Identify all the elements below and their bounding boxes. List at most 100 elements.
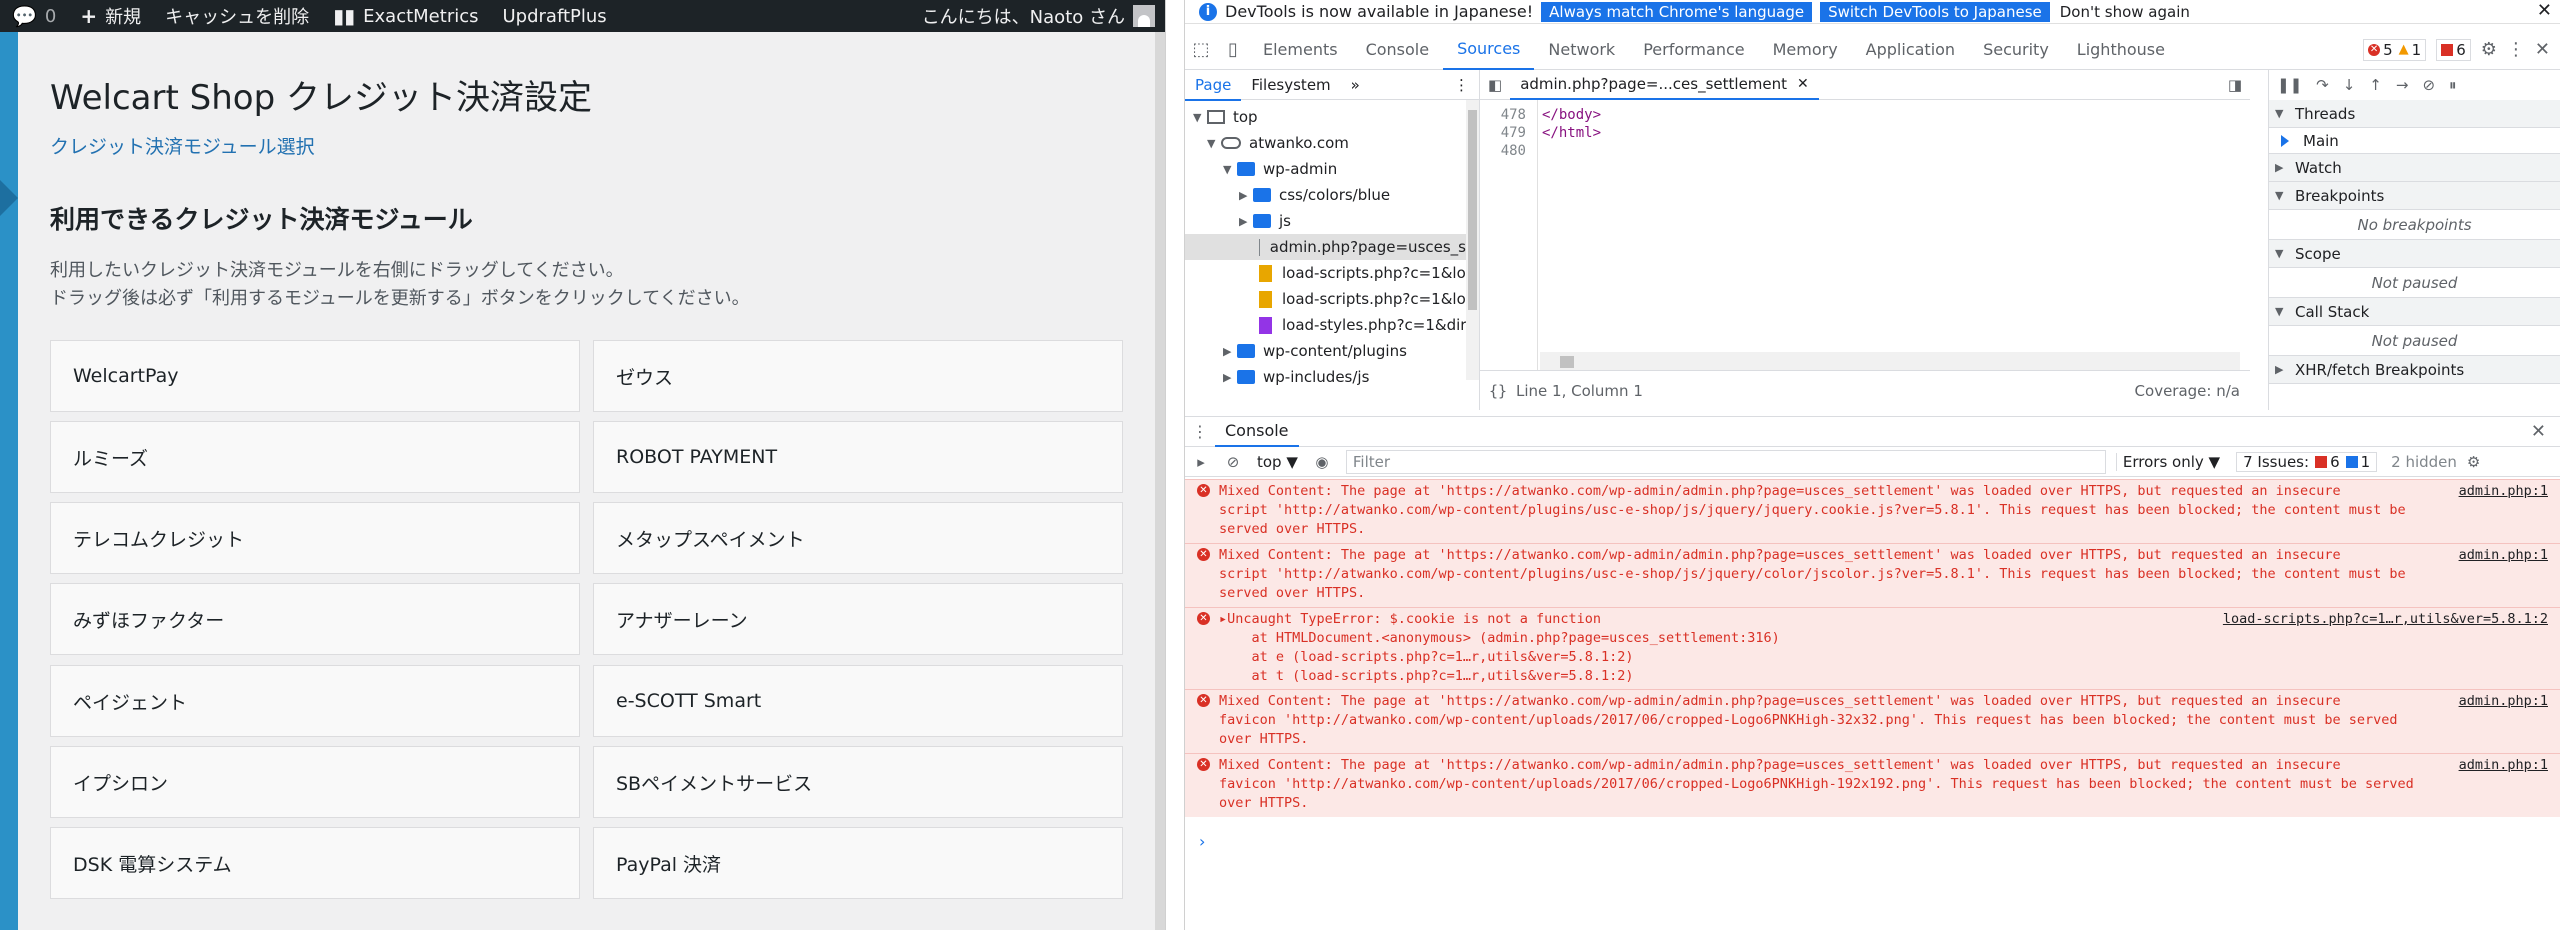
callstack-pane-header[interactable]: ▼ Call Stack bbox=[2269, 298, 2560, 326]
tab-network[interactable]: Network bbox=[1534, 30, 1629, 70]
console-settings-icon[interactable]: ⚙ bbox=[2467, 453, 2480, 471]
module-zeus[interactable]: ゼウス bbox=[593, 340, 1123, 412]
toggle-navigator-icon[interactable]: ◧ bbox=[1480, 76, 1510, 94]
editor-horizontal-scrollbar[interactable] bbox=[1540, 352, 2240, 370]
close-drawer-icon[interactable]: ✕ bbox=[2531, 421, 2560, 442]
adminbar-updraftplus[interactable]: UpdraftPlus bbox=[491, 0, 619, 32]
tree-item-folder[interactable]: ▶ wp-content/plugins bbox=[1223, 338, 1407, 364]
console-message[interactable]: ✕ Mixed Content: The page at 'https://at… bbox=[1185, 753, 2560, 817]
editor-file-tab[interactable]: admin.php?page=...ces_settlement ✕ bbox=[1510, 70, 1819, 100]
error-warning-counter[interactable]: ✕ 5 ▲ 1 bbox=[2363, 38, 2427, 61]
console-message[interactable]: ✕ Mixed Content: The page at 'https://at… bbox=[1185, 543, 2560, 607]
module-another-lane[interactable]: アナザーレーン bbox=[593, 583, 1123, 655]
message-source-link[interactable]: load-scripts.php?c=1…r,utils&ver=5.8.1:2 bbox=[2223, 610, 2548, 629]
dont-show-again-button[interactable]: Don't show again bbox=[2060, 3, 2190, 21]
module-remise[interactable]: ルミーズ bbox=[50, 421, 580, 493]
sidebar-toggle-icon[interactable]: ▸ bbox=[1185, 453, 1217, 471]
module-epsilon[interactable]: イプシロン bbox=[50, 746, 580, 818]
tree-item-file-selected[interactable]: admin.php?page=usces_s bbox=[1185, 234, 1466, 260]
switch-japanese-button[interactable]: Switch DevTools to Japanese bbox=[1820, 1, 2050, 22]
tree-item-domain[interactable]: ▼ atwanko.com bbox=[1207, 130, 1349, 156]
tab-sources[interactable]: Sources bbox=[1443, 30, 1535, 70]
adminbar-account[interactable]: こんにちは、Naoto さん bbox=[910, 0, 1133, 32]
tab-application[interactable]: Application bbox=[1852, 30, 1969, 70]
match-language-button[interactable]: Always match Chrome's language bbox=[1541, 1, 1813, 22]
close-icon[interactable]: ✕ bbox=[2537, 0, 2552, 21]
message-source-link[interactable]: admin.php:1 bbox=[2459, 482, 2548, 501]
toggle-debugger-icon[interactable]: ◨ bbox=[2228, 76, 2250, 94]
adminbar-exactmetrics[interactable]: ▮▮ ExactMetrics bbox=[321, 0, 490, 32]
scope-pane-header[interactable]: ▼ Scope bbox=[2269, 240, 2560, 268]
step-out-icon[interactable]: ↑ bbox=[2369, 76, 2382, 94]
navigator-scrollbar[interactable] bbox=[1466, 100, 1479, 380]
gear-icon[interactable]: ⚙ bbox=[2481, 39, 2497, 60]
close-devtools-icon[interactable]: ✕ bbox=[2535, 39, 2550, 60]
message-source-link[interactable]: admin.php:1 bbox=[2459, 756, 2548, 775]
thread-main[interactable]: Main bbox=[2269, 128, 2560, 154]
close-tab-icon[interactable]: ✕ bbox=[1797, 76, 1809, 92]
module-escott-smart[interactable]: e-SCOTT Smart bbox=[593, 665, 1123, 737]
tree-item-folder[interactable]: ▶ js bbox=[1239, 208, 1291, 234]
module-telecom-credit[interactable]: テレコムクレジット bbox=[50, 502, 580, 574]
adminbar-new[interactable]: + 新規 bbox=[68, 0, 153, 32]
issues-counter[interactable]: 6 bbox=[2436, 38, 2471, 61]
eye-icon[interactable]: ◉ bbox=[1306, 453, 1338, 471]
navigator-menu-icon[interactable]: ⋮ bbox=[1444, 76, 1479, 94]
step-over-icon[interactable]: ↷ bbox=[2316, 76, 2329, 94]
module-paypal[interactable]: PayPal 決済 bbox=[593, 827, 1123, 899]
step-icon[interactable]: → bbox=[2396, 76, 2409, 94]
console-prompt[interactable]: › bbox=[1199, 832, 1205, 851]
context-selector[interactable]: top ▼ bbox=[1249, 453, 1306, 471]
tab-page[interactable]: Page bbox=[1185, 69, 1242, 101]
tab-performance[interactable]: Performance bbox=[1629, 30, 1758, 70]
panel-splitter[interactable] bbox=[1165, 0, 1185, 930]
pause-icon[interactable]: ❚❚ bbox=[2277, 76, 2302, 94]
tree-item-folder[interactable]: ▶ wp-includes/js bbox=[1223, 364, 1369, 390]
console-message[interactable]: ✕ Mixed Content: The page at 'https://at… bbox=[1185, 689, 2560, 753]
module-metaps[interactable]: メタップスペイメント bbox=[593, 502, 1123, 574]
adminbar-comments[interactable]: 💬 0 bbox=[0, 0, 68, 32]
xhr-breakpoints-pane-header[interactable]: ▶ XHR/fetch Breakpoints bbox=[2269, 356, 2560, 384]
deactivate-breakpoints-icon[interactable]: ⊘ bbox=[2422, 76, 2435, 94]
code-line[interactable]: 479 </html> bbox=[1480, 125, 1601, 143]
more-tabs-icon[interactable]: » bbox=[1341, 76, 1370, 94]
tree-item-file[interactable]: load-scripts.php?c=1&loa bbox=[1259, 286, 1475, 312]
console-message[interactable]: ✕ ▸Uncaught TypeError: $.cookie is not a… bbox=[1185, 607, 2560, 689]
inspect-icon[interactable]: ⬚ bbox=[1185, 39, 1217, 60]
log-levels-dropdown[interactable]: Errors only ▼ bbox=[2115, 452, 2226, 471]
module-robot-payment[interactable]: ROBOT PAYMENT bbox=[593, 421, 1123, 493]
tree-item-file[interactable]: load-scripts.php?c=1&loa bbox=[1259, 260, 1475, 286]
threads-pane-header[interactable]: ▼ Threads bbox=[2269, 100, 2560, 128]
drawer-tab-console[interactable]: Console bbox=[1215, 417, 1299, 447]
module-paygent[interactable]: ペイジェント bbox=[50, 665, 580, 737]
console-message[interactable]: ✕ Mixed Content: The page at 'https://at… bbox=[1185, 479, 2560, 543]
module-dsk[interactable]: DSK 電算システム bbox=[50, 827, 580, 899]
tree-item-top[interactable]: ▼ top bbox=[1193, 104, 1258, 130]
step-into-icon[interactable]: ↓ bbox=[2343, 76, 2356, 94]
module-sbps[interactable]: SBペイメントサービス bbox=[593, 746, 1123, 818]
pretty-print-button[interactable]: {} bbox=[1480, 382, 1516, 400]
avatar[interactable] bbox=[1133, 5, 1155, 27]
breakpoints-pane-header[interactable]: ▼ Breakpoints bbox=[2269, 182, 2560, 210]
device-toolbar-icon[interactable]: ▯ bbox=[1217, 39, 1249, 60]
code-line[interactable]: 480 bbox=[1480, 143, 1542, 161]
tree-item-folder[interactable]: ▶ css/colors/blue bbox=[1239, 182, 1390, 208]
module-welcartpay[interactable]: WelcartPay bbox=[50, 340, 580, 412]
console-filter-input[interactable]: Filter bbox=[1345, 449, 2106, 474]
more-options-icon[interactable]: ⋮ bbox=[2507, 39, 2525, 60]
watch-pane-header[interactable]: ▶ Watch bbox=[2269, 154, 2560, 182]
tab-memory[interactable]: Memory bbox=[1759, 30, 1852, 70]
code-line[interactable]: 478 </body> bbox=[1480, 107, 1601, 125]
tab-console[interactable]: Console bbox=[1352, 30, 1444, 70]
tree-item-file[interactable]: load-styles.php?c=1&dir= bbox=[1259, 312, 1479, 338]
tab-filesystem[interactable]: Filesystem bbox=[1241, 76, 1340, 94]
adminbar-cache[interactable]: キャッシュを削除 bbox=[153, 0, 321, 32]
issues-button[interactable]: 7 Issues: 6 1 bbox=[2236, 451, 2378, 472]
message-source-link[interactable]: admin.php:1 bbox=[2459, 546, 2548, 565]
drawer-menu-icon[interactable]: ⋮ bbox=[1185, 422, 1215, 441]
tab-elements[interactable]: Elements bbox=[1249, 30, 1352, 70]
tab-security[interactable]: Security bbox=[1969, 30, 2063, 70]
clear-console-icon[interactable]: ⊘ bbox=[1217, 453, 1249, 471]
tab-lighthouse[interactable]: Lighthouse bbox=[2063, 30, 2179, 70]
tree-item-wp-admin[interactable]: ▼ wp-admin bbox=[1223, 156, 1337, 182]
